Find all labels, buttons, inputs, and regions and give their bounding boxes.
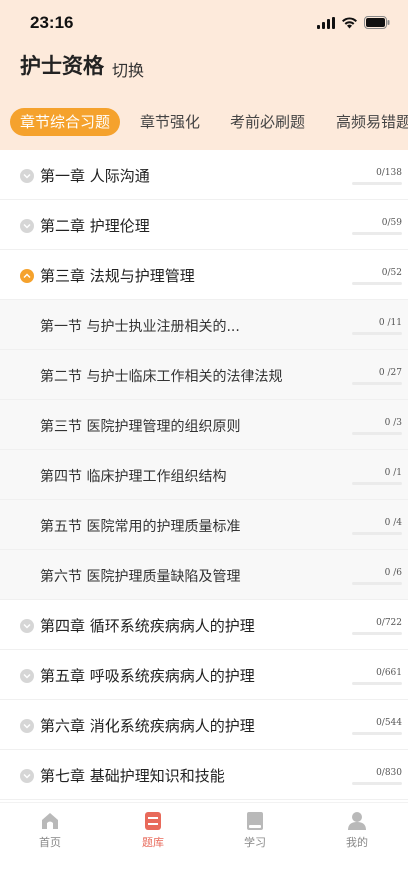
section-label: 第六节 医院护理质量缺陷及管理 [40,569,241,585]
chevron-down-icon [20,169,34,183]
progress-bar [352,582,402,585]
section-row[interactable]: 第三节 医院护理管理的组织原则 0 /3 [0,400,408,450]
nav-question-bank[interactable]: 题库 [123,811,183,850]
progress-bar [352,732,402,735]
section-label: 第三节 医院护理管理的组织原则 [40,419,241,435]
chapter-row[interactable]: 第七章 基础护理知识和技能 0/830 [0,750,408,800]
question-bank-icon [145,812,161,830]
chapter-label: 第六章 消化系统疾病病人的护理 [40,717,255,735]
chevron-down-icon [20,669,34,683]
progress-count: 0/138 [376,168,402,178]
section-label: 第一节 与护士执业注册相关的... [40,319,240,335]
chapter-row[interactable]: 第二章 护理伦理 0/59 [0,200,408,250]
nav-study[interactable]: 学习 [225,811,285,850]
progress-count: 0 /6 [384,568,402,578]
progress-count: 0/830 [376,768,402,778]
battery-icon [364,16,390,29]
progress-count: 0 /11 [378,318,402,328]
user-icon [348,812,366,830]
chapter-row-expanded[interactable]: 第三章 法规与护理管理 0/52 [0,250,408,300]
progress-count: 0/59 [381,218,402,228]
tab-chapter-exercises[interactable]: 章节综合习题 [10,108,121,136]
progress-count: 0 /4 [384,518,402,528]
section-label: 第五节 医院常用的护理质量标准 [40,519,241,535]
progress-count: 0/722 [376,618,402,628]
progress-count: 0/52 [381,268,402,278]
page-header: 护士资格 切换 [0,48,408,92]
status-time: 23:16 [30,13,74,32]
section-row[interactable]: 第二节 与护士临床工作相关的法律法规 0 /27 [0,350,408,400]
chapter-label: 第一章 人际沟通 [40,167,150,185]
progress-bar [352,682,402,685]
progress-count: 0 /27 [378,368,402,378]
progress-bar [352,382,402,385]
chevron-down-icon [20,769,34,783]
progress-bar [352,632,402,635]
chevron-up-icon [20,269,34,283]
tab-chapter-intensive[interactable]: 章节强化 [140,108,200,136]
nav-mine[interactable]: 我的 [327,811,387,850]
chapter-label: 第三章 法规与护理管理 [40,267,195,285]
chevron-down-icon [20,719,34,733]
tab-frequent-errors[interactable]: 高频易错题 [336,108,408,136]
progress-bar [352,332,402,335]
progress-bar [352,232,402,235]
chapter-row[interactable]: 第四章 循环系统疾病病人的护理 0/722 [0,600,408,650]
progress-bar [352,482,402,485]
progress-count: 0/544 [376,718,402,728]
section-row[interactable]: 第一节 与护士执业注册相关的... 0 /11 [0,300,408,350]
nav-home[interactable]: 首页 [20,811,80,850]
nav-mine-label: 我的 [346,836,368,849]
chapter-row[interactable]: 第五章 呼吸系统疾病病人的护理 0/661 [0,650,408,700]
chevron-down-icon [20,219,34,233]
bottom-nav: 首页 题库 学习 我的 [0,802,408,883]
progress-bar [352,282,402,285]
progress-bar [352,782,402,785]
chapter-label: 第五章 呼吸系统疾病病人的护理 [40,667,255,685]
wifi-icon [342,16,357,28]
progress-count: 0 /1 [384,468,402,478]
progress-count: 0 /3 [384,418,402,428]
chapter-label: 第七章 基础护理知识和技能 [40,767,225,785]
status-icons [317,16,390,29]
progress-bar [352,432,402,435]
tab-bar: 章节综合习题 章节强化 考前必刷题 高频易错题 [0,100,408,144]
status-bar: 23:16 [0,0,408,48]
progress-count: 0/661 [376,668,402,678]
tab-pre-exam[interactable]: 考前必刷题 [230,108,305,136]
switch-button[interactable]: 切换 [112,57,144,81]
section-row[interactable]: 第五节 医院常用的护理质量标准 0 /4 [0,500,408,550]
chapter-row[interactable]: 第一章 人际沟通 0/138 [0,150,408,200]
progress-bar [352,182,402,185]
chapter-row[interactable]: 第六章 消化系统疾病病人的护理 0/544 [0,700,408,750]
book-icon [247,812,263,830]
header-region: 23:16 护士资格 切换 章节综合习题 章节强化 考前必刷题 高频易错题 [0,0,408,150]
chapter-label: 第四章 循环系统疾病病人的护理 [40,617,255,635]
chapter-label: 第二章 护理伦理 [40,217,150,235]
progress-bar [352,532,402,535]
section-row[interactable]: 第四节 临床护理工作组织结构 0 /1 [0,450,408,500]
section-label: 第四节 临床护理工作组织结构 [40,469,227,485]
home-icon [42,813,58,829]
nav-home-label: 首页 [39,836,61,849]
signal-icon [317,16,335,29]
page-title: 护士资格 [20,54,104,78]
section-label: 第二节 与护士临床工作相关的法律法规 [40,369,283,385]
chevron-down-icon [20,619,34,633]
section-row[interactable]: 第六节 医院护理质量缺陷及管理 0 /6 [0,550,408,600]
nav-study-label: 学习 [244,836,266,849]
chapter-list: 第一章 人际沟通 0/138 第二章 护理伦理 0/59 第三章 法规与护理管理… [0,150,408,802]
nav-question-bank-label: 题库 [142,836,164,849]
